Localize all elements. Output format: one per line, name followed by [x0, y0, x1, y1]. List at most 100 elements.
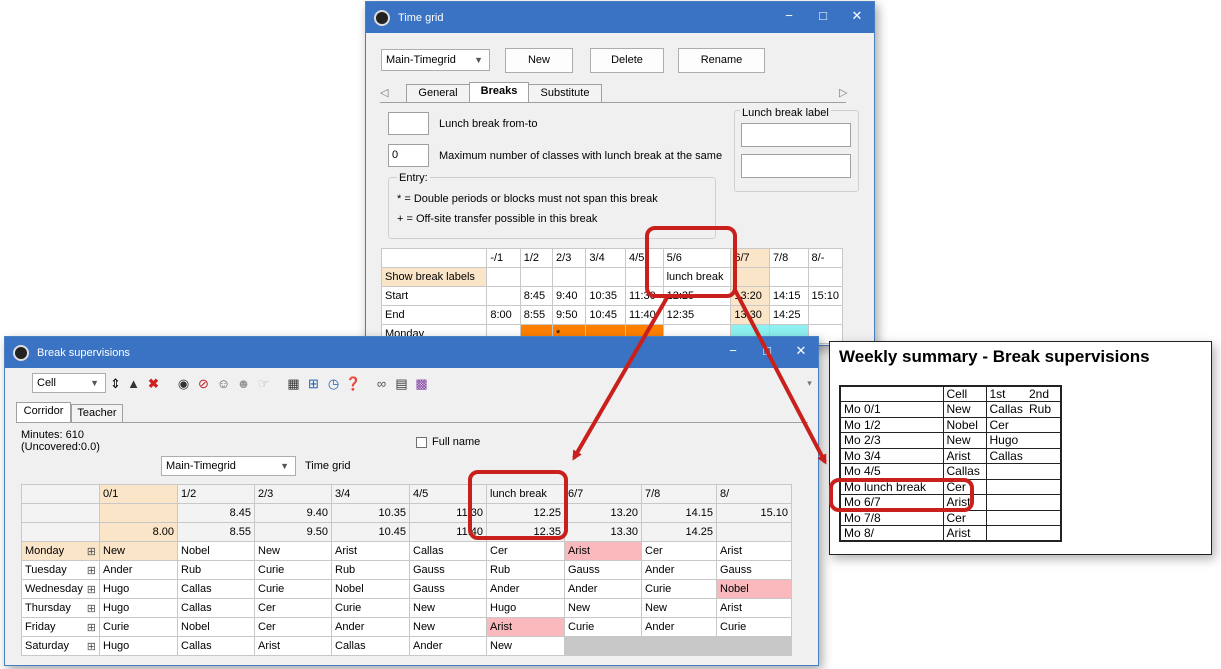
- supervision-cell[interactable]: Callas: [331, 636, 410, 656]
- toolbar-overflow-icon[interactable]: ▾: [801, 375, 818, 392]
- supervision-cell[interactable]: Rub: [331, 560, 410, 580]
- view-select[interactable]: Cell ▼: [32, 373, 106, 393]
- day-label[interactable]: Wednesday ⊞: [21, 579, 100, 599]
- grid-cell[interactable]: 8:55: [519, 305, 554, 325]
- grid-cell[interactable]: 14:15: [768, 286, 809, 306]
- tab-scroll-right-icon[interactable]: ▷: [839, 86, 847, 99]
- calculator-icon[interactable]: ▦: [285, 375, 302, 392]
- supervision-cell[interactable]: Nobel: [177, 617, 255, 637]
- grid-cell[interactable]: 8:00: [486, 305, 521, 325]
- supervision-cell[interactable]: Gauss: [409, 560, 487, 580]
- crop-icon[interactable]: ⊞: [305, 375, 322, 392]
- rename-button[interactable]: Rename: [678, 48, 765, 73]
- tab-general[interactable]: General: [406, 84, 470, 102]
- supervision-cell[interactable]: Arist: [486, 617, 565, 637]
- supervision-cell[interactable]: Hugo: [99, 579, 178, 599]
- grid-cell[interactable]: [519, 267, 554, 287]
- supervision-cell[interactable]: Arist: [716, 598, 792, 618]
- supervision-cell[interactable]: Curie: [564, 617, 642, 637]
- supervision-cell[interactable]: Curie: [254, 579, 332, 599]
- maximize-icon[interactable]: □: [750, 337, 784, 368]
- column-header[interactable]: 8/-: [807, 248, 844, 268]
- supervision-cell[interactable]: Callas: [177, 598, 255, 618]
- supervision-cell[interactable]: Callas: [409, 541, 487, 561]
- expand-icon[interactable]: ⊞: [87, 621, 96, 634]
- column-header[interactable]: 2/3: [552, 248, 587, 268]
- delete-button[interactable]: Delete: [590, 48, 664, 73]
- grid-cell[interactable]: [486, 267, 521, 287]
- day-label[interactable]: Friday ⊞: [21, 617, 100, 637]
- supervision-cell[interactable]: Nobel: [177, 541, 255, 561]
- column-header[interactable]: 7/8: [768, 248, 809, 268]
- minimize-icon[interactable]: −: [716, 337, 750, 368]
- row-label[interactable]: End: [380, 305, 488, 325]
- column-header[interactable]: 8/: [716, 484, 792, 504]
- supervision-cell[interactable]: Curie: [641, 579, 717, 599]
- supervision-cell[interactable]: Ander: [641, 560, 717, 580]
- supervision-cell[interactable]: Arist: [254, 636, 332, 656]
- delete-icon[interactable]: ✖: [145, 375, 162, 392]
- supervision-cell[interactable]: Nobel: [716, 579, 792, 599]
- supervision-cell[interactable]: Cer: [641, 541, 717, 561]
- supervision-cell[interactable]: Hugo: [99, 598, 178, 618]
- eye-icon[interactable]: ◉: [175, 375, 192, 392]
- close-icon[interactable]: ✕: [784, 337, 818, 368]
- supervision-cell[interactable]: New: [254, 541, 332, 561]
- grid-cell[interactable]: [552, 267, 587, 287]
- max-classes-input[interactable]: 0: [388, 144, 429, 167]
- maximize-icon[interactable]: □: [806, 2, 840, 33]
- supervision-cell[interactable]: Ander: [99, 560, 178, 580]
- column-header[interactable]: 1/2: [177, 484, 255, 504]
- supervision-cell[interactable]: New: [409, 617, 487, 637]
- tab-teacher[interactable]: Teacher: [71, 404, 123, 422]
- eye-strike-icon[interactable]: ⊘: [195, 375, 212, 392]
- supervision-cell[interactable]: [716, 636, 792, 656]
- supervision-cell[interactable]: Arist: [564, 541, 642, 561]
- column-header[interactable]: 3/4: [585, 248, 627, 268]
- column-header[interactable]: 2/3: [254, 484, 332, 504]
- column-header[interactable]: 0/1: [99, 484, 178, 504]
- day-label[interactable]: Monday ⊞: [21, 541, 100, 561]
- supervision-cell[interactable]: Gauss: [564, 560, 642, 580]
- grid-cell[interactable]: 11:40: [625, 305, 664, 325]
- lunch-label-input-2[interactable]: [741, 154, 851, 178]
- timegrid-select[interactable]: Main-Timegrid ▼: [381, 49, 490, 71]
- column-header[interactable]: -/1: [486, 248, 521, 268]
- supervision-cell[interactable]: Curie: [99, 617, 178, 637]
- supervision-cell[interactable]: Rub: [177, 560, 255, 580]
- grid-cell[interactable]: [807, 305, 844, 325]
- supervision-cell[interactable]: Ander: [564, 579, 642, 599]
- grid-cell[interactable]: 10:45: [585, 305, 627, 325]
- supervision-cell[interactable]: Callas: [177, 579, 255, 599]
- supervision-cell[interactable]: [641, 636, 717, 656]
- person-icon[interactable]: ☺: [215, 375, 232, 392]
- supervision-cell[interactable]: Ander: [486, 579, 565, 599]
- column-header[interactable]: 7/8: [641, 484, 717, 504]
- supervision-cell[interactable]: Curie: [331, 598, 410, 618]
- column-header[interactable]: 6/7: [564, 484, 642, 504]
- supervision-cell[interactable]: New: [99, 541, 178, 561]
- timegrid-titlebar[interactable]: Time grid − □ ✕: [366, 2, 874, 33]
- supervision-cell[interactable]: Cer: [254, 617, 332, 637]
- grid-cell[interactable]: 8:45: [519, 286, 554, 306]
- lunch-label-input-1[interactable]: [741, 123, 851, 147]
- row-label[interactable]: Show break labels: [380, 267, 488, 287]
- supervision-cell[interactable]: Hugo: [486, 598, 565, 618]
- glasses-icon[interactable]: ∞: [373, 375, 390, 392]
- expand-icon[interactable]: ⊞: [87, 602, 96, 615]
- row-label[interactable]: Start: [380, 286, 488, 306]
- grid-cell[interactable]: 9:50: [552, 305, 587, 325]
- supervision-cell[interactable]: Ander: [409, 636, 487, 656]
- supervision-cell[interactable]: Ander: [331, 617, 410, 637]
- grid-cell[interactable]: [807, 267, 844, 287]
- break-titlebar[interactable]: Break supervisions − □ ✕: [5, 337, 818, 368]
- supervision-cell[interactable]: New: [564, 598, 642, 618]
- report-icon[interactable]: ▩: [413, 375, 430, 392]
- full-name-checkbox[interactable]: [416, 437, 427, 448]
- minimize-icon[interactable]: −: [772, 2, 806, 33]
- grid-cell[interactable]: 12:35: [662, 305, 732, 325]
- supervision-cell[interactable]: Gauss: [716, 560, 792, 580]
- supervision-cell[interactable]: Curie: [716, 617, 792, 637]
- supervision-cell[interactable]: Arist: [716, 541, 792, 561]
- graduation-cap-icon[interactable]: ▲: [125, 375, 142, 392]
